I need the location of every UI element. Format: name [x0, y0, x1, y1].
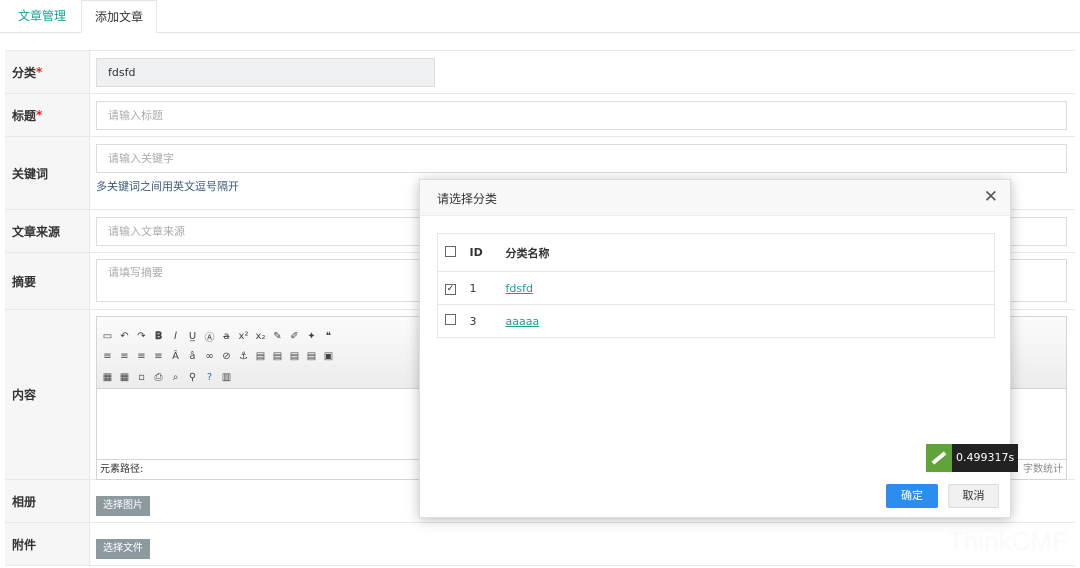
draft-icon[interactable]: ▥	[221, 372, 232, 383]
category-link[interactable]: aaaaa	[506, 315, 540, 328]
tab-article-management[interactable]: 文章管理	[5, 0, 79, 33]
keywords-input[interactable]: 请输入关键字	[96, 144, 1067, 173]
image-right-icon[interactable]: ▤	[289, 351, 300, 362]
bold-icon[interactable]: 𝐁	[153, 331, 164, 342]
font-border-icon[interactable]: Ⓐ	[204, 329, 215, 344]
row-name-cell: fdsfd	[505, 271, 995, 305]
toolbar-row-3: ▦ ▦ ▫ ⎙ ⌕ ⚲ ? ▥	[102, 368, 232, 386]
row-checkbox-checked[interactable]: ✓	[445, 284, 456, 295]
tab-add-article[interactable]: 添加文章	[81, 0, 158, 33]
album-label: 相册	[5, 480, 90, 522]
table-split-icon[interactable]: ▫	[136, 372, 147, 383]
word-count[interactable]: 字数统计	[1023, 460, 1063, 479]
align-right-icon[interactable]: ≡	[136, 351, 147, 362]
redo-icon[interactable]: ↷	[136, 331, 147, 342]
underline-icon[interactable]: U̲	[187, 331, 198, 342]
table-row[interactable]: 3 aaaaa	[437, 304, 995, 338]
strikethrough-icon[interactable]: a̶	[221, 331, 232, 342]
auto-format-icon[interactable]: ✦	[306, 331, 317, 342]
row-title: 标题 * 请输入标题	[5, 94, 1075, 137]
title-input[interactable]: 请输入标题	[96, 101, 1067, 130]
close-icon[interactable]: ✕	[984, 187, 998, 207]
table-row[interactable]: ✓ 1 fdsfd	[437, 271, 995, 305]
row-checkbox-cell	[437, 304, 464, 338]
unlink-icon[interactable]: ⊘	[221, 351, 232, 362]
anchor-icon[interactable]: ⚓	[238, 351, 249, 362]
title-label: 标题 *	[5, 94, 90, 136]
category-label-text: 分类	[12, 65, 37, 80]
link-icon[interactable]: ∞	[204, 351, 215, 362]
trace-time: 0.499317s	[952, 444, 1019, 472]
uppercase-icon[interactable]: Â	[170, 351, 181, 362]
select-all-checkbox[interactable]	[445, 245, 456, 257]
confirm-button[interactable]: 确定	[886, 484, 938, 508]
eraser-icon[interactable]: ✎	[272, 331, 283, 342]
toolbar-row-1: ▭ ↶ ↷ 𝐁 𝐼 U̲ Ⓐ a̶ x² x₂ ✎ ✐ ✦ ❝	[102, 327, 334, 345]
help-icon[interactable]: ?	[204, 372, 215, 383]
undo-icon[interactable]: ↶	[119, 331, 130, 342]
row-name-cell: aaaaa	[505, 304, 995, 338]
row-id: 3	[463, 304, 506, 338]
required-mark: *	[36, 65, 43, 79]
lowercase-icon[interactable]: â	[187, 351, 198, 362]
align-center-icon[interactable]: ≡	[119, 351, 130, 362]
select-file-button[interactable]: 选择文件	[96, 539, 150, 559]
select-image-button[interactable]: 选择图片	[96, 496, 150, 516]
image-icon[interactable]: ▣	[323, 351, 334, 362]
content-label: 内容	[5, 310, 90, 479]
table-icon[interactable]: ▦	[102, 372, 113, 383]
row-checkbox[interactable]	[445, 314, 456, 325]
title-label-text: 标题	[12, 108, 37, 123]
attachment-label: 附件	[5, 523, 90, 565]
italic-icon[interactable]: 𝐼	[170, 331, 181, 342]
required-mark: *	[36, 108, 43, 122]
element-path: 元素路径:	[100, 464, 144, 475]
row-category: 分类 * fdsfd	[5, 51, 1075, 94]
row-attachment: 附件 选择文件	[5, 523, 1075, 566]
column-name: 分类名称	[505, 233, 995, 272]
column-id: ID	[463, 233, 506, 272]
subscript-icon[interactable]: x₂	[255, 331, 266, 342]
format-brush-icon[interactable]: ✐	[289, 331, 300, 342]
category-dialog: 请选择分类 ✕ ID 分类名称 ✓ 1 fdsfd 3 aaaaa 确定 取消	[419, 179, 1011, 518]
cancel-button[interactable]: 取消	[948, 484, 999, 508]
superscript-icon[interactable]: x²	[238, 331, 249, 342]
dialog-header: 请选择分类 ✕	[420, 180, 1010, 216]
align-left-icon[interactable]: ≡	[102, 351, 113, 362]
print-icon[interactable]: ⎙	[153, 372, 164, 383]
dialog-title: 请选择分类	[437, 192, 498, 206]
category-label: 分类 *	[5, 51, 90, 93]
category-field[interactable]: fdsfd	[96, 58, 435, 87]
summary-label: 摘要	[5, 253, 90, 309]
header-checkbox-cell	[437, 233, 464, 272]
keywords-label: 关键词	[5, 137, 90, 209]
image-left-icon[interactable]: ▤	[272, 351, 283, 362]
watermark: ThinkCMF	[948, 526, 1068, 556]
quote-icon[interactable]: ❝	[323, 331, 334, 342]
html-icon[interactable]: ▭	[102, 331, 113, 342]
toolbar-row-2: ≡ ≡ ≡ ≡ Â â ∞ ⊘ ⚓ ▤ ▤ ▤ ▤ ▣	[102, 347, 334, 365]
row-id: 1	[463, 271, 506, 305]
image-none-icon[interactable]: ▤	[255, 351, 266, 362]
table-merge-icon[interactable]: ▦	[119, 372, 130, 383]
category-link[interactable]: fdsfd	[506, 282, 533, 295]
trace-logo-icon	[926, 444, 952, 472]
align-justify-icon[interactable]: ≡	[153, 351, 164, 362]
row-checkbox-cell: ✓	[437, 271, 464, 305]
source-label: 文章来源	[5, 210, 90, 252]
table-header-row: ID 分类名称	[437, 233, 995, 272]
tab-bar: 文章管理 添加文章	[0, 0, 1080, 33]
preview-icon[interactable]: ⌕	[170, 372, 181, 383]
search-replace-icon[interactable]: ⚲	[187, 372, 198, 383]
category-table: ID 分类名称 ✓ 1 fdsfd 3 aaaaa	[437, 233, 995, 338]
page-trace-badge[interactable]: 0.499317s	[926, 444, 1019, 472]
keywords-help: 多关键词之间用英文逗号隔开	[96, 180, 239, 193]
image-center-icon[interactable]: ▤	[306, 351, 317, 362]
